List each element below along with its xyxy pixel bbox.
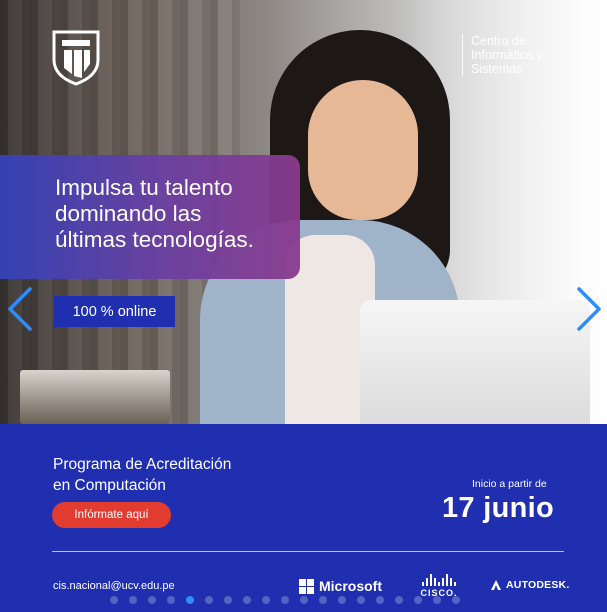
cisco-icon [418, 574, 460, 586]
carousel-dot[interactable] [338, 596, 346, 604]
carousel-dot[interactable] [395, 596, 403, 604]
divider [52, 551, 564, 552]
hero-headline: Impulsa tu talento dominando las últimas… [55, 175, 254, 252]
microsoft-icon [299, 578, 314, 594]
student-face [308, 80, 418, 220]
laptop [360, 300, 590, 424]
carousel-dot[interactable] [319, 596, 327, 604]
carousel-dot[interactable] [433, 596, 441, 604]
autodesk-logo: AUTODESK. [490, 579, 569, 591]
start-label: Inicio a partir de [472, 478, 547, 490]
autodesk-wordmark: AUTODESK. [506, 579, 570, 591]
carousel-dot[interactable] [376, 596, 384, 604]
carousel-dots [110, 596, 510, 606]
carousel-dot[interactable] [281, 596, 289, 604]
more-info-button[interactable]: Infórmate aquí [52, 502, 171, 528]
carousel-dot[interactable] [452, 596, 460, 604]
carousel-dot[interactable] [262, 596, 270, 604]
contact-email[interactable]: cis.nacional@ucv.edu.pe [53, 580, 175, 592]
carousel-dot[interactable] [205, 596, 213, 604]
carousel-dot[interactable] [357, 596, 365, 604]
microsoft-logo: Microsoft [299, 578, 382, 594]
online-badge: 100 % online [54, 296, 175, 327]
carousel-dot[interactable] [300, 596, 308, 604]
carousel-dot[interactable] [167, 596, 175, 604]
start-date: 17 junio [442, 492, 554, 524]
carousel-dot[interactable] [224, 596, 232, 604]
carousel-dot[interactable] [129, 596, 137, 604]
chevron-right-icon[interactable] [575, 286, 603, 332]
center-name-block: Centro de Informática y Sistemas [462, 34, 591, 76]
ucv-logo-icon [52, 30, 100, 86]
carousel-dot[interactable] [186, 596, 194, 604]
carousel-dot[interactable] [148, 596, 156, 604]
desk-books [20, 370, 170, 424]
cisco-logo: CISCO. [418, 574, 460, 598]
carousel-dot[interactable] [243, 596, 251, 604]
carousel-dot[interactable] [110, 596, 118, 604]
chevron-left-icon[interactable] [6, 286, 34, 332]
autodesk-icon [491, 580, 501, 590]
program-title: Programa de Acreditación en Computación [53, 456, 232, 494]
carousel-dot[interactable] [414, 596, 422, 604]
microsoft-wordmark: Microsoft [319, 578, 382, 594]
center-name: Centro de Informática y Sistemas [471, 34, 543, 76]
